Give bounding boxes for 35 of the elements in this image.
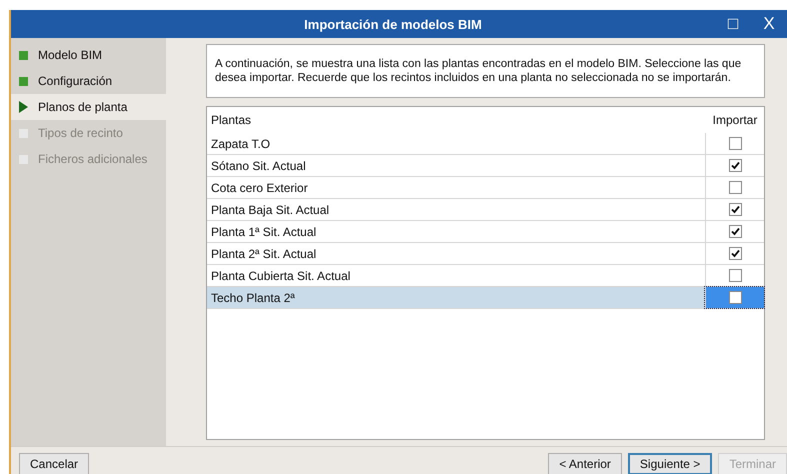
table-row[interactable]: Cota cero Exterior: [207, 177, 764, 199]
wizard-step[interactable]: Configuración: [11, 68, 166, 94]
description-text: A continuación, se muestra una lista con las plantas encontradas en el modelo BIM. Seleccione las que desea importar. Recuerde que los recintos incluidos en una planta no seleccionada no se importarán.: [206, 44, 765, 98]
checkbox[interactable]: [728, 269, 742, 282]
table-cell-text: Zapata T.O: [210, 136, 272, 150]
wizard-button[interactable]: Cancelar: [19, 452, 90, 474]
checkbox[interactable]: [728, 291, 742, 304]
table-cell-text: Techo Planta 2ª: [210, 290, 296, 304]
close-button[interactable]: X: [751, 14, 787, 34]
checkbox[interactable]: [728, 137, 742, 150]
table-row[interactable]: Planta 2ª Sit. Actual: [207, 243, 764, 265]
maximize-button[interactable]: □: [715, 14, 751, 34]
table-cell-text: Planta 2ª Sit. Actual: [210, 246, 318, 260]
table-cell-text: Cota cero Exterior: [210, 180, 309, 194]
table-cell-text: Sótano Sit. Actual: [210, 158, 307, 172]
checkbox[interactable]: [728, 181, 742, 194]
wizard-button[interactable]: < Anterior: [548, 452, 622, 474]
checkbox[interactable]: [728, 225, 742, 238]
table-cell-text: Planta 1ª Sit. Actual: [210, 224, 318, 238]
checkbox[interactable]: [728, 247, 742, 260]
table-row[interactable]: Planta Baja Sit. Actual: [207, 199, 764, 221]
table-cell-text: Planta Cubierta Sit. Actual: [210, 268, 352, 282]
table-row[interactable]: Planta 1ª Sit. Actual: [207, 221, 764, 243]
table-row[interactable]: Sótano Sit. Actual: [207, 155, 764, 177]
wizard-step[interactable]: Modelo BIM: [11, 42, 166, 68]
table-row[interactable]: Techo Planta 2ª: [207, 287, 764, 309]
column-header: Importar: [712, 112, 758, 129]
window-title: Importación de modelos BIM: [303, 16, 483, 32]
table-row[interactable]: Zapata T.O: [207, 133, 764, 155]
wizard-button[interactable]: Siguiente >: [628, 452, 712, 474]
checkbox[interactable]: [728, 159, 742, 172]
column-header: Plantas: [210, 113, 252, 127]
wizard-step[interactable]: Planos de planta: [11, 94, 166, 120]
table-cell-text: Planta Baja Sit. Actual: [210, 202, 330, 216]
checkbox[interactable]: [728, 203, 742, 216]
